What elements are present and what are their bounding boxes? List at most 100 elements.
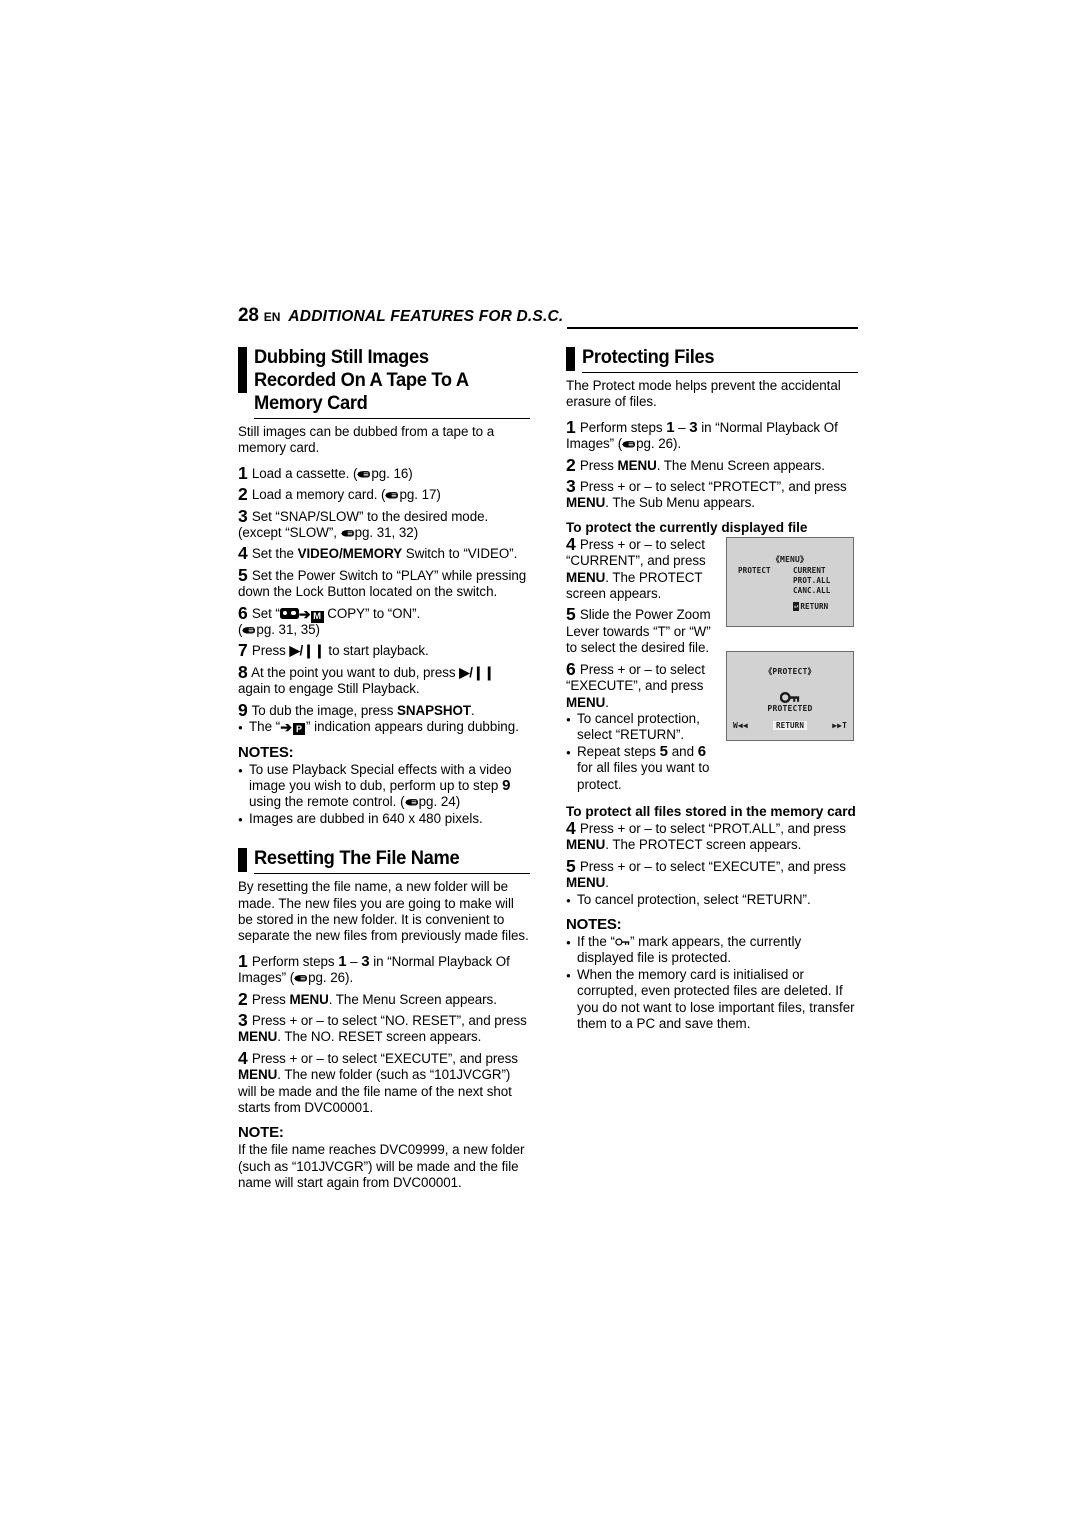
step-text-b: COPY” to “ON”. <box>323 605 421 621</box>
lcd-screen-area: 《MENU》 PROTECT CURRENT PROT.ALL CANC.ALL… <box>731 541 849 622</box>
arrow-icon: ➔ <box>298 605 311 622</box>
return-key-icon: ↵ <box>793 602 800 612</box>
step-5: 5 Slide the Power Zoom Lever towards “T”… <box>566 604 720 656</box>
step-9-bullets: The “➔P” indication appears during dubbi… <box>238 719 530 736</box>
bullet-step-2: 6 <box>697 742 707 760</box>
notes-list: To use Playback Special effects with a v… <box>238 762 530 829</box>
step-2: 2 Press MENU. The Menu Screen appears. <box>566 454 858 475</box>
step-text-a: Press + or – to select “EXECUTE”, and pr… <box>579 858 846 874</box>
heading-bar <box>238 848 247 873</box>
step-7: 7 Press ▶/❙❙ to start playback. <box>238 642 530 660</box>
page-ref-icon <box>404 798 418 807</box>
step-number: 2 <box>238 484 249 505</box>
document-page: 28 EN ADDITIONAL FEATURES FOR D.S.C. Dub… <box>0 0 1080 1528</box>
step-text-a: Press <box>251 643 290 659</box>
step-text: Load a memory card. ( <box>251 487 386 503</box>
lcd-menu-left-label: PROTECT <box>738 565 771 575</box>
step-number: 5 <box>566 855 577 876</box>
lcd-protect-screen: 《PROTECT》 PROTECTED W◀◀ RETURN ▶▶T <box>726 650 854 741</box>
sub-heading-all-files: To protect all files stored in the memor… <box>566 803 856 819</box>
note-text-a: If the “ <box>577 933 615 949</box>
step-text-b: to start playback. <box>324 643 429 659</box>
step-number: 2 <box>566 454 577 475</box>
notes-label: NOTES: <box>566 915 622 933</box>
memory-card-icon: M <box>310 610 324 623</box>
step-number: 3 <box>238 505 249 526</box>
step-text-a: Press + or – to select “PROT.ALL”, and p… <box>579 820 846 836</box>
step-5: 5 Set the Power Switch to “PLAY” while p… <box>238 566 530 601</box>
lcd-option-canc-all[interactable]: CANC.ALL <box>793 586 830 595</box>
illustration-column: 《MENU》 PROTECT CURRENT PROT.ALL CANC.ALL… <box>726 536 858 741</box>
list-item: When the memory card is initialised or c… <box>566 967 858 1033</box>
step-ref: pg. 17) <box>399 487 441 503</box>
step-text: Load a cassette. ( <box>251 465 358 481</box>
bullet-text-mid: and <box>667 743 698 759</box>
step-bold: VIDEO/MEMORY <box>297 546 403 562</box>
lcd-zoom-tele-control[interactable]: ▶▶T <box>832 721 847 730</box>
heading-text: Protecting Files <box>582 346 715 368</box>
step-text: Slide the Power Zoom Lever towards “T” o… <box>566 607 711 656</box>
step-ref-number-2: 3 <box>689 418 698 436</box>
step-number: 4 <box>238 543 249 564</box>
step-2: 2 Press MENU. The Menu Screen appears. <box>238 988 530 1009</box>
right-column: Protecting Files The Protect mode helps … <box>566 346 858 1192</box>
step-text-a: Press + or – to select “EXECUTE”, and pr… <box>251 1050 518 1066</box>
step-ref-number-2: 3 <box>361 952 370 970</box>
step-dash: – <box>674 419 690 435</box>
step-6: 6 Set “➔ M COPY” to “ON”. (pg. 31, 35) <box>238 604 530 639</box>
step-text-b: . The new folder (such as “101JVCGR”) wi… <box>238 1067 512 1115</box>
step-bold: MENU <box>238 1067 278 1083</box>
step-number: 5 <box>566 604 577 625</box>
step-number: 3 <box>566 476 577 497</box>
lcd-option-current[interactable]: CURRENT <box>793 566 826 575</box>
step-number: 2 <box>238 988 249 1009</box>
language-code: EN <box>263 310 281 324</box>
step-dash: – <box>346 953 362 969</box>
note-step-number: 9 <box>502 776 511 794</box>
section-heading-dubbing: Dubbing Still Images Recorded On A Tape … <box>238 346 530 419</box>
step-bold: MENU <box>238 1029 278 1045</box>
lcd-return-label: RETURN <box>800 601 829 611</box>
step-6-bullets: To cancel protection, select “RETURN”. R… <box>566 711 720 793</box>
step-bold: MENU <box>566 495 606 511</box>
step-number: 9 <box>238 699 249 720</box>
page-ref-icon <box>622 440 636 449</box>
step-text-a: Press + or – to select “EXECUTE”, and pr… <box>566 661 705 694</box>
play-pause-icon: ▶/❙❙ <box>459 664 495 680</box>
list-item: To cancel protection, select “RETURN”. <box>566 711 720 744</box>
step-bold: MENU <box>566 837 606 853</box>
step-text: Set “SNAP/SLOW” to the desired mode. <box>251 508 489 524</box>
arrow-icon: ➔ <box>280 719 292 736</box>
step-8: 8 At the point you want to dub, press ▶/… <box>238 663 530 698</box>
list-item: The “➔P” indication appears during dubbi… <box>238 719 530 736</box>
step-4: 4 Press + or – to select “CURRENT”, and … <box>566 535 720 603</box>
lcd-protect-title: 《PROTECT》 <box>764 666 816 676</box>
list-item: Repeat steps 5 and 6 for all files you w… <box>566 742 720 793</box>
page-ref-icon <box>242 626 256 635</box>
heading-text: Dubbing Still Images Recorded On A Tape … <box>254 346 469 414</box>
step-text-b: . The Sub Menu appears. <box>605 495 755 511</box>
step-ref: pg. 26). <box>308 970 354 986</box>
lcd-menu-screen: 《MENU》 PROTECT CURRENT PROT.ALL CANC.ALL… <box>726 536 854 627</box>
lcd-return-row[interactable]: ↵ RETURN <box>793 602 828 612</box>
section-intro: Still images can be dubbed from a tape t… <box>238 424 495 456</box>
key-icon <box>615 937 630 947</box>
play-pause-icon: ▶/❙❙ <box>289 643 325 659</box>
note-label: NOTE: <box>238 1124 284 1142</box>
section-heading-protecting: Protecting Files <box>566 346 858 373</box>
step-text-b: . The NO. RESET screen appears. <box>277 1029 482 1045</box>
step-text-a: At the point you want to dub, press <box>251 664 460 680</box>
step-bold: MENU <box>289 991 329 1007</box>
step-1: 1 Perform steps 1 – 3 in “Normal Playbac… <box>566 418 858 453</box>
note-ref: pg. 24) <box>418 794 461 810</box>
step-text-a: Set “ <box>251 605 280 621</box>
step-bold: MENU <box>566 694 606 710</box>
step-text-b: . <box>605 694 609 710</box>
step-text-a: Perform steps <box>251 953 339 969</box>
sub-heading-current: To protect the currently displayed file <box>566 519 808 535</box>
step-text-a: Press + or – to select “NO. RESET”, and … <box>251 1012 527 1028</box>
tape-icon <box>279 607 299 619</box>
lcd-menu-title: 《MENU》 <box>771 554 809 564</box>
lcd-option-prot-all[interactable]: PROT.ALL <box>793 576 830 585</box>
step-number: 1 <box>238 950 249 971</box>
